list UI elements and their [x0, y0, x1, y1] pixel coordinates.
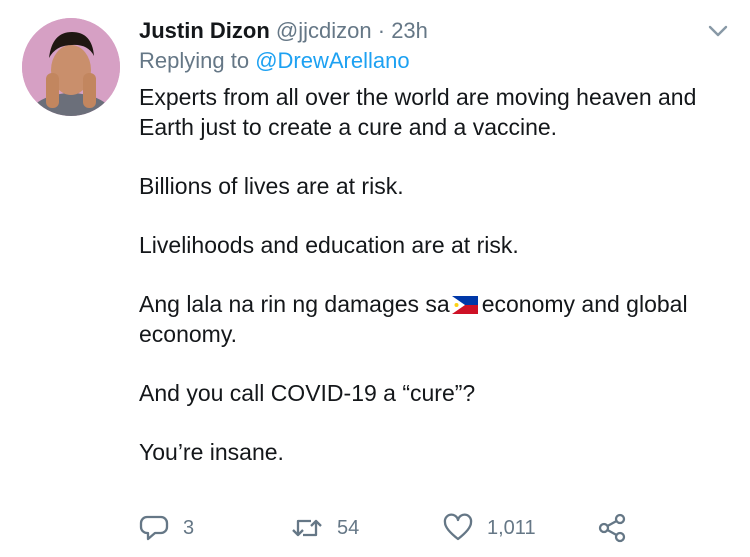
tweet-paragraph: Experts from all over the world are movi…: [139, 84, 697, 140]
tweet-paragraph: Billions of lives are at risk.: [139, 173, 404, 199]
retweet-icon: [291, 513, 323, 543]
heart-icon: [443, 513, 473, 543]
reply-prefix: Replying to: [139, 48, 250, 73]
timestamp[interactable]: 23h: [391, 18, 428, 43]
like-button[interactable]: 1,011: [443, 508, 536, 548]
avatar-image: [22, 18, 120, 116]
retweet-count: 54: [337, 516, 360, 539]
author-name[interactable]: Justin Dizon: [139, 18, 270, 43]
share-icon: [597, 513, 627, 543]
tweet-body: Experts from all over the world are movi…: [139, 82, 729, 496]
tweet-paragraph: And you call COVID-19 a “cure”?: [139, 380, 476, 406]
share-button[interactable]: [597, 508, 627, 548]
replying-to: Replying to @DrewArellano: [139, 46, 410, 76]
header-separator: ·: [377, 18, 386, 43]
reply-button[interactable]: 3: [139, 508, 194, 548]
philippines-flag-icon: [451, 291, 478, 314]
reply-icon: [139, 513, 169, 543]
tweet-header: Justin Dizon @jjcdizon · 23h: [139, 14, 690, 48]
reply-count: 3: [183, 516, 195, 539]
paragraph-text: Ang lala na rin ng damages sa: [139, 291, 450, 317]
author-handle[interactable]: @jjcdizon: [276, 18, 372, 43]
tweet-paragraph: Ang lala na rin ng damages sa economy and…: [139, 289, 729, 349]
avatar[interactable]: [22, 18, 120, 116]
chevron-down-icon[interactable]: [705, 18, 731, 44]
like-count: 1,011: [487, 516, 536, 539]
tweet-paragraph: You’re insane.: [139, 439, 284, 465]
action-bar: 3 54 1,011: [139, 508, 739, 548]
retweet-button[interactable]: 54: [291, 508, 359, 548]
reply-handle-link[interactable]: @DrewArellano: [255, 48, 409, 73]
tweet-paragraph: Livelihoods and education are at risk.: [139, 232, 519, 258]
